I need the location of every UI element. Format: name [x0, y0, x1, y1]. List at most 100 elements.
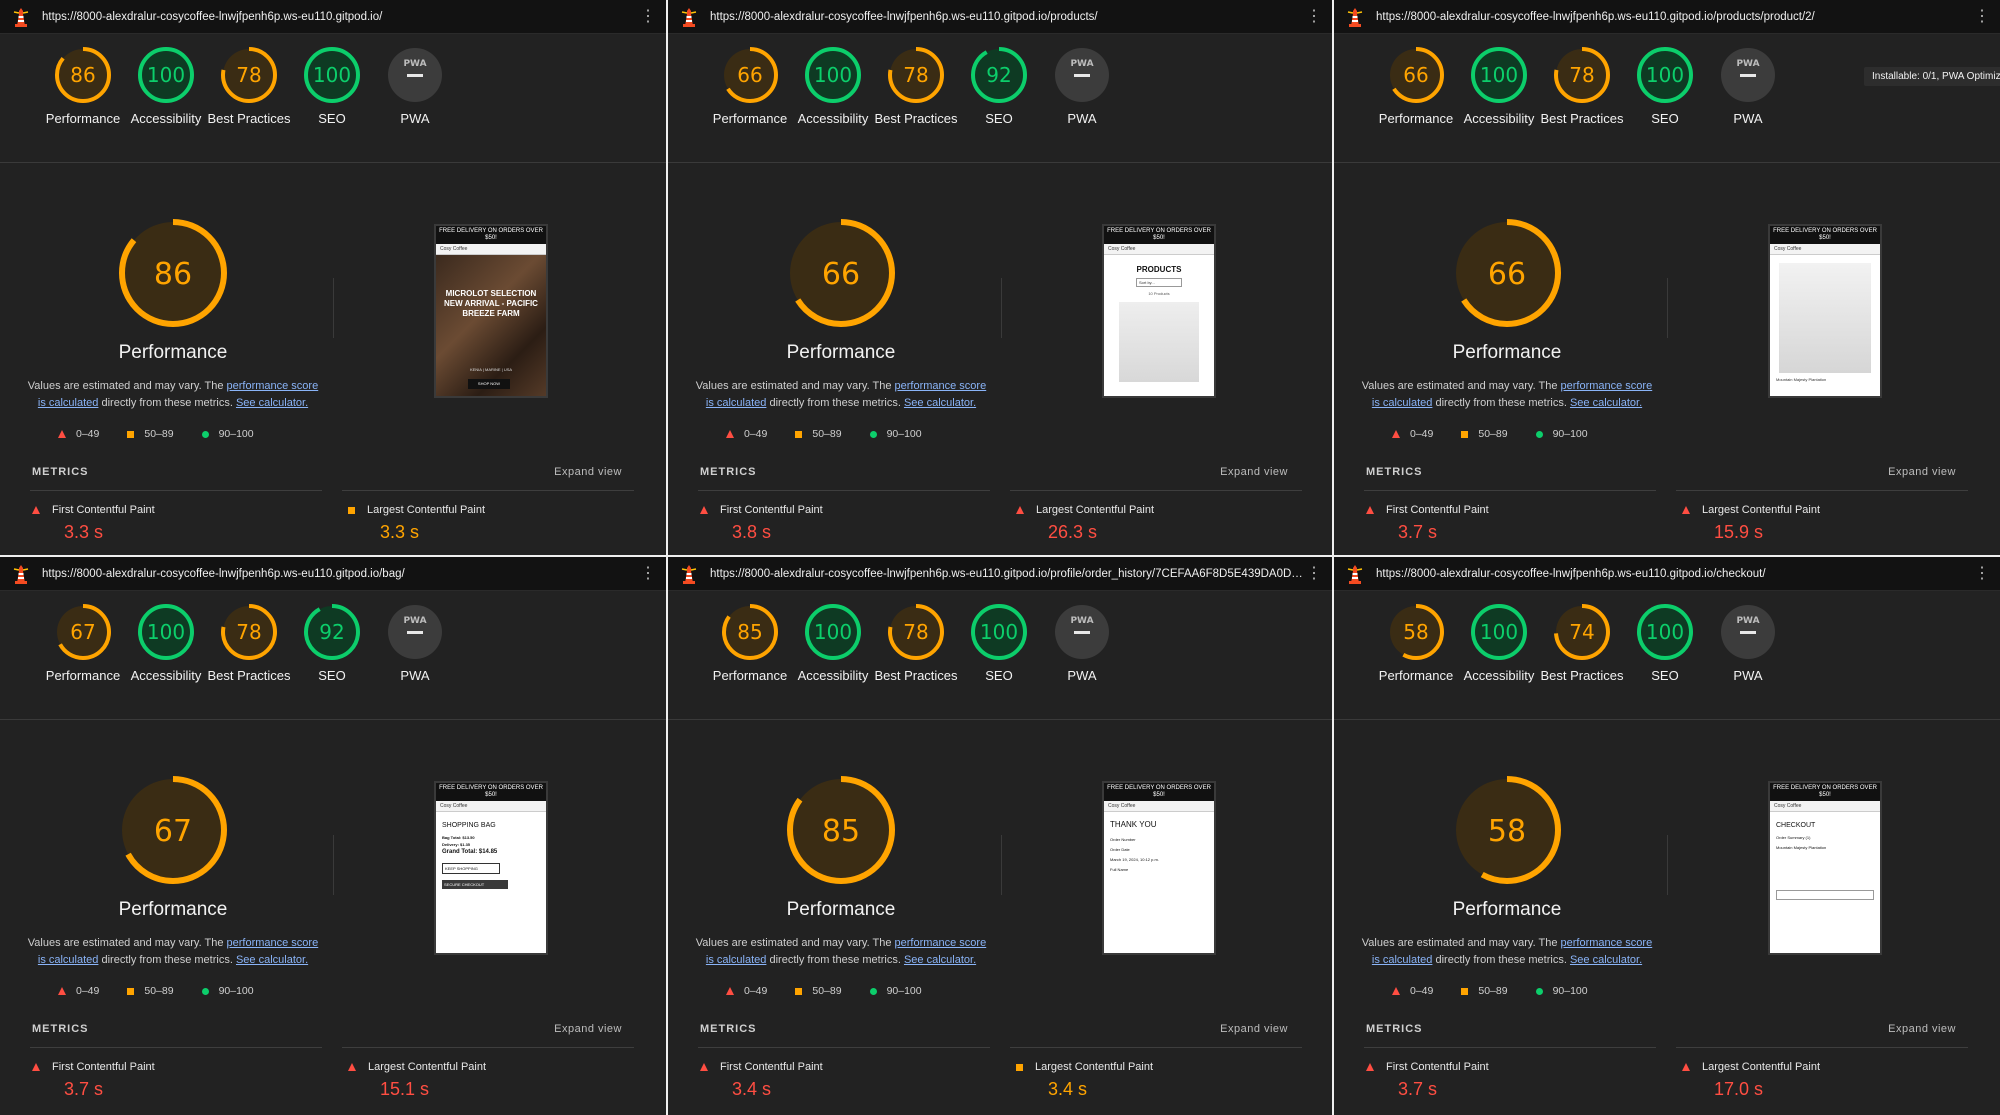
category-label: Accessibility	[130, 111, 202, 126]
page-url[interactable]: https://8000-alexdralur-cosycoffee-lnwjf…	[1376, 11, 1974, 23]
score-gauge-icon: 100	[1637, 604, 1693, 660]
product-image	[1779, 263, 1871, 373]
legend-item: 90–100	[869, 985, 922, 997]
section-divider	[1334, 719, 2000, 720]
category-gauge[interactable]: 74 Best Practices	[1537, 603, 1627, 684]
see-calculator-link[interactable]: See calculator.	[236, 954, 308, 966]
category-label: PWA	[1067, 668, 1097, 683]
fcp-metric: First Contentful Paint 3.4 s	[700, 1061, 823, 1100]
category-label: Best Practices	[874, 111, 958, 126]
category-gauge[interactable]: 100 Accessibility	[121, 603, 211, 684]
is-calculated-link[interactable]: is calculated	[1372, 397, 1433, 409]
fail-triangle-icon	[1392, 430, 1400, 438]
category-label: Accessibility	[1463, 111, 1535, 126]
category-gauge[interactable]: 78 Best Practices	[204, 46, 294, 127]
more-options-icon[interactable]: ⋮	[640, 8, 656, 25]
legend-item: 0–49	[726, 428, 767, 440]
category-gauge[interactable]: 78 Best Practices	[204, 603, 294, 684]
category-gauge[interactable]: 100 SEO	[1620, 603, 1710, 684]
category-gauge[interactable]: 100 Accessibility	[788, 603, 878, 684]
category-gauge[interactable]: 66 Performance	[1371, 46, 1461, 127]
category-gauge[interactable]: 100 Accessibility	[121, 46, 211, 127]
category-gauge[interactable]: 100 Accessibility	[788, 46, 878, 127]
is-calculated-link[interactable]: is calculated	[1372, 954, 1433, 966]
category-gauge[interactable]: PWA PWA	[370, 603, 460, 684]
fail-triangle-icon	[700, 1063, 708, 1071]
score-gauge-icon: 66	[722, 47, 778, 103]
performance-score-link[interactable]: performance score	[227, 937, 319, 949]
category-gauge[interactable]: 78 Best Practices	[871, 603, 961, 684]
performance-score-link[interactable]: performance score	[1561, 380, 1653, 392]
category-gauge[interactable]: PWA PWA	[370, 46, 460, 127]
see-calculator-link[interactable]: See calculator.	[1570, 954, 1642, 966]
page-screenshot: FREE DELIVERY ON ORDERS OVER $50! Cosy Co…	[434, 781, 548, 955]
category-gauge[interactable]: 100 Accessibility	[1454, 603, 1544, 684]
page-url[interactable]: https://8000-alexdralur-cosycoffee-lnwjf…	[42, 568, 640, 580]
category-gauge[interactable]: 78 Best Practices	[871, 46, 961, 127]
category-gauge[interactable]: 85 Performance	[705, 603, 795, 684]
category-gauge[interactable]: 100 Accessibility	[1454, 46, 1544, 127]
gauge-score: 66	[1488, 257, 1526, 292]
pwa-dash	[1740, 631, 1756, 634]
report-panel: https://8000-alexdralur-cosycoffee-lnwjf…	[668, 0, 1334, 557]
performance-score-link[interactable]: performance score	[1561, 937, 1653, 949]
category-gauge[interactable]: 78 Best Practices	[1537, 46, 1627, 127]
gauge-score: 100	[1480, 63, 1518, 87]
see-calculator-link[interactable]: See calculator.	[1570, 397, 1642, 409]
performance-score-link[interactable]: performance score	[895, 380, 987, 392]
performance-gauge: 85	[786, 775, 896, 885]
legend-label: 50–89	[144, 985, 174, 997]
see-calculator-link[interactable]: See calculator.	[904, 397, 976, 409]
category-gauge[interactable]: PWA PWA	[1703, 46, 1793, 127]
more-options-icon[interactable]: ⋮	[1974, 565, 1990, 582]
is-calculated-link[interactable]: is calculated	[706, 954, 767, 966]
screenshot-body: CHECKOUT Order Summary (1) Mountain Majest…	[1770, 822, 1880, 953]
expand-view-toggle[interactable]: Expand view	[554, 1023, 622, 1035]
category-gauge[interactable]: 67 Performance	[38, 603, 128, 684]
expand-view-toggle[interactable]: Expand view	[554, 466, 622, 478]
metric-rule	[342, 490, 634, 491]
expand-view-toggle[interactable]: Expand view	[1220, 466, 1288, 478]
page-url[interactable]: https://8000-alexdralur-cosycoffee-lnwjf…	[1376, 568, 1974, 580]
expand-view-toggle[interactable]: Expand view	[1888, 466, 1956, 478]
vertical-separator	[333, 835, 334, 895]
expand-view-toggle[interactable]: Expand view	[1220, 1023, 1288, 1035]
more-options-icon[interactable]: ⋮	[640, 565, 656, 582]
category-gauge[interactable]: 92 SEO	[954, 46, 1044, 127]
is-calculated-link[interactable]: is calculated	[706, 397, 767, 409]
category-gauges: 86 Performance 100 Accessibility 78 Best Prac…	[0, 46, 666, 146]
category-gauge[interactable]: 66 Performance	[705, 46, 795, 127]
legend-item: 50–89	[795, 428, 842, 440]
more-options-icon[interactable]: ⋮	[1306, 565, 1322, 582]
expand-view-toggle[interactable]: Expand view	[1888, 1023, 1956, 1035]
performance-heading: Performance	[118, 899, 228, 920]
page-url[interactable]: https://8000-alexdralur-cosycoffee-lnwjf…	[710, 11, 1306, 23]
is-calculated-link[interactable]: is calculated	[38, 397, 99, 409]
more-options-icon[interactable]: ⋮	[1974, 8, 1990, 25]
legend-label: 50–89	[144, 428, 174, 440]
category-gauge[interactable]: 100 SEO	[954, 603, 1044, 684]
is-calculated-link[interactable]: is calculated	[38, 954, 99, 966]
performance-score-link[interactable]: performance score	[227, 380, 319, 392]
performance-description: Values are estimated and may vary. The p…	[27, 937, 319, 966]
legend-item: 90–100	[869, 428, 922, 440]
see-calculator-link[interactable]: See calculator.	[236, 397, 308, 409]
category-gauge[interactable]: 100 SEO	[1620, 46, 1710, 127]
category-gauge[interactable]: PWA PWA	[1703, 603, 1793, 684]
page-url[interactable]: https://8000-alexdralur-cosycoffee-lnwjf…	[42, 11, 640, 23]
see-calculator-link[interactable]: See calculator.	[904, 954, 976, 966]
score-legend: 0–49 50–89 90–100	[58, 985, 254, 997]
legend-item: 50–89	[795, 985, 842, 997]
category-gauge[interactable]: PWA PWA	[1037, 46, 1127, 127]
category-gauge[interactable]: 58 Performance	[1371, 603, 1461, 684]
category-gauge[interactable]: 100 SEO	[287, 46, 377, 127]
category-gauge[interactable]: PWA PWA	[1037, 603, 1127, 684]
screenshot-banner: FREE DELIVERY ON ORDERS OVER $50!	[436, 783, 546, 801]
page-screenshot: FREE DELIVERY ON ORDERS OVER $50! Cosy Co…	[434, 224, 548, 398]
category-gauge[interactable]: 92 SEO	[287, 603, 377, 684]
more-options-icon[interactable]: ⋮	[1306, 8, 1322, 25]
performance-score-link[interactable]: performance score	[895, 937, 987, 949]
category-gauge[interactable]: 86 Performance	[38, 46, 128, 127]
score-gauge-icon: 85	[722, 604, 778, 660]
page-url[interactable]: https://8000-alexdralur-cosycoffee-lnwjf…	[710, 568, 1306, 580]
